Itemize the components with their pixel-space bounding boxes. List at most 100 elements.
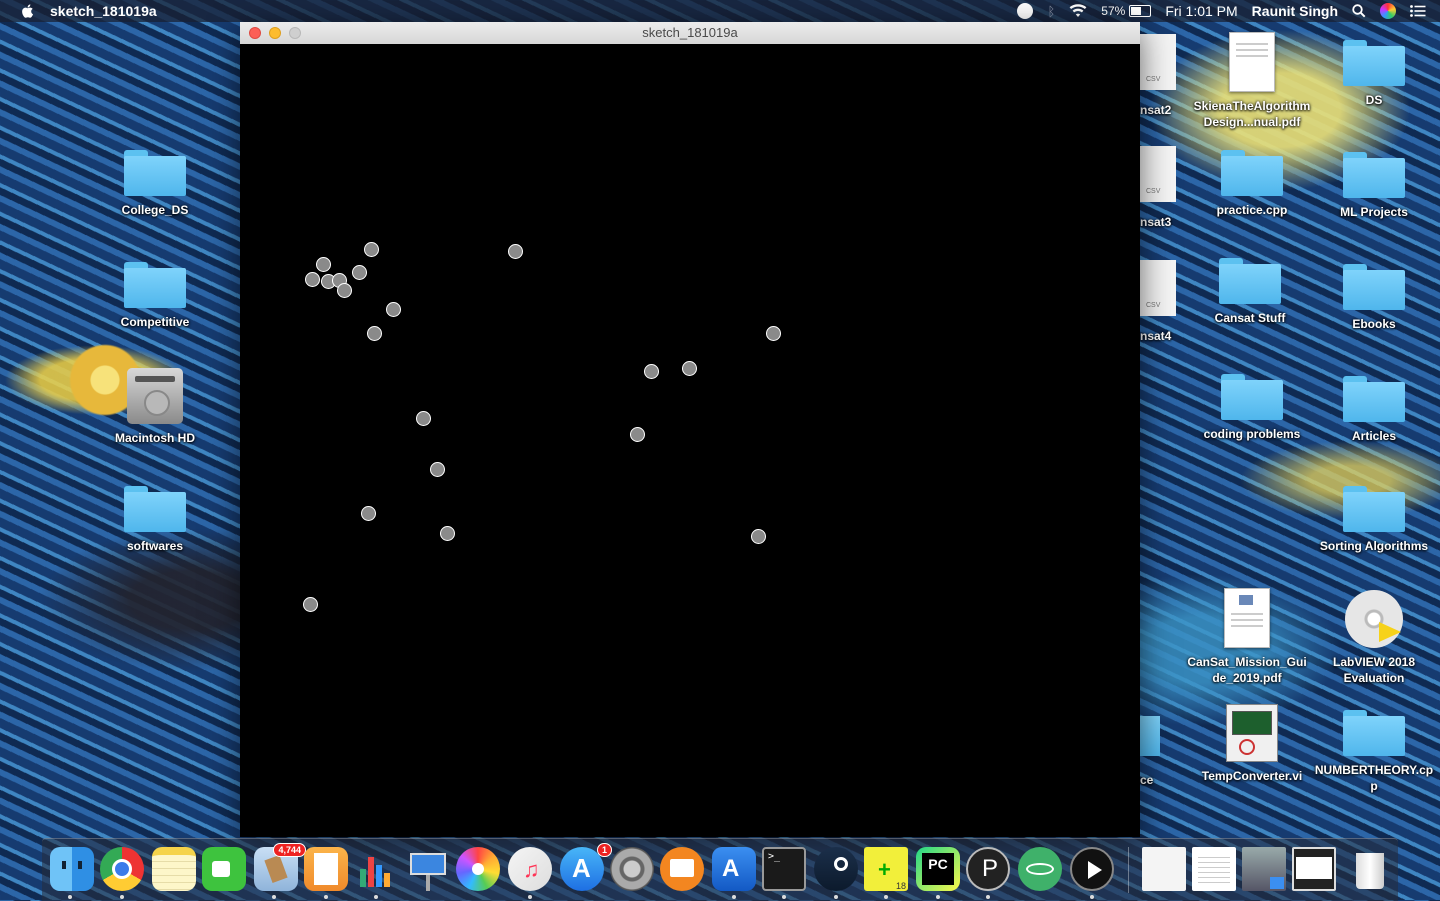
window-stack-icon [1296,857,1332,879]
desktop-icon-sorting-algorithms[interactable]: Sorting Algorithms [1314,486,1434,554]
dock-system-preferences[interactable] [610,847,654,891]
desktop-icon-label: Sorting Algorithms [1319,539,1429,553]
desktop-icon-label: nsat3 [1140,215,1172,229]
dock-trash[interactable] [1348,847,1392,891]
processing-icon: P [982,855,999,882]
spotlight-search-icon[interactable] [1352,4,1366,18]
particle-dot [367,326,382,341]
siri-icon[interactable] [1380,3,1396,19]
notification-center-icon[interactable] [1410,5,1426,17]
disc-image-icon [1345,590,1403,648]
dock-facetime[interactable] [202,847,246,891]
folder-icon [1343,40,1405,86]
particle-dot [364,242,379,257]
particle-dot [630,427,645,442]
pdf-file-icon [1224,588,1270,648]
desktop-icon-coding-problems[interactable]: coding problems [1192,374,1312,442]
dock-quicktime[interactable] [1070,847,1114,891]
dock-stack-3[interactable] [1242,847,1286,891]
close-button[interactable] [249,27,261,39]
folder-icon [1343,486,1405,532]
desktop-icon-ml-projects[interactable]: ML Projects [1314,152,1434,220]
particle-dot [361,506,376,521]
dock-xcode[interactable]: A [712,847,756,891]
user-name[interactable]: Raunit Singh [1252,3,1338,19]
desktop-icon-articles[interactable]: Articles [1314,376,1434,444]
desktop-icon-practice-cpp[interactable]: practice.cpp [1192,150,1312,218]
folder-stack-icon [1270,877,1284,889]
dock-stack-4[interactable] [1292,847,1336,891]
dock-terminal[interactable]: >_ [762,847,806,891]
status-circle-icon[interactable] [1017,3,1034,19]
apple-menu-icon[interactable] [20,3,36,19]
wifi-icon[interactable] [1069,4,1087,18]
dock-itunes[interactable]: ♫ [508,847,552,891]
desktop-icon-tempconverter-vi[interactable]: TempConverter.vi [1192,704,1312,784]
spreadsheet-icon [1198,853,1230,883]
dock-photos[interactable] [456,847,500,891]
battery-percent[interactable]: 57% [1101,4,1125,18]
dock-chrome[interactable] [100,847,144,891]
csv-file-icon: CSV [1140,34,1176,90]
terminal-icon: >_ [768,851,781,862]
dock-notes[interactable] [152,847,196,891]
desktop-icon-ebooks[interactable]: Ebooks [1314,264,1434,332]
folder-icon [1343,152,1405,198]
dock-app-store[interactable]: A 1 [560,843,612,891]
desktop-icon-partial-nsat3[interactable]: CSV nsat3 [1140,146,1180,230]
dock-numbers[interactable] [354,847,398,891]
desktop-icon-partial-ce[interactable]: ce [1140,716,1180,788]
desktop-icon-labview-2018[interactable]: LabVIEW 2018 Evaluation [1314,590,1434,686]
desktop-icon-skiena-pdf[interactable]: SkienaTheAlgorithmDesign...nual.pdf [1192,32,1312,130]
particle-dot [682,361,697,376]
zoom-button[interactable] [289,27,301,39]
dock-pycharm[interactable]: PC [916,847,960,891]
desktop-icon-partial-nsat4[interactable]: CSV nsat4 [1140,260,1180,344]
sketch-window[interactable]: sketch_181019a [240,22,1140,837]
desktop-icon-college-ds[interactable]: College_DS [95,150,215,218]
dock-atom[interactable] [1018,847,1062,891]
folder-icon [1219,258,1281,304]
dock-mail[interactable]: 4,744 [254,843,306,891]
battery-icon[interactable] [1129,5,1152,17]
csv-badge: CSV [1146,188,1161,195]
dock-separator [1128,847,1129,893]
desktop-icon-macintosh-hd[interactable]: Macintosh HD [95,368,215,446]
sketch-canvas[interactable] [240,44,1140,837]
csv-badge: CSV [1146,302,1161,309]
folder-icon [1140,716,1160,756]
particle-dot [337,283,352,298]
dock-downloads-stack[interactable] [1192,847,1236,891]
desktop-icon-softwares[interactable]: softwares [95,486,215,554]
folder-icon [124,150,186,196]
itunes-icon: ♫ [523,857,540,882]
dock-processing[interactable]: P [966,847,1010,891]
csv-badge: CSV [1146,76,1161,83]
desktop-icon-cansat-stuff[interactable]: Cansat Stuff [1190,258,1310,326]
dock-steam[interactable] [814,847,858,891]
dock-finder[interactable] [50,847,94,891]
window-title-bar[interactable]: sketch_181019a [240,22,1140,45]
dock-documents-stack[interactable] [1142,847,1186,891]
bluetooth-icon[interactable]: ᛒ [1047,4,1055,19]
app-store-icon: A [572,853,591,883]
clock[interactable]: Fri 1:01 PM [1165,3,1237,19]
desktop-icon-competitive[interactable]: Competitive [95,262,215,330]
dock-labview[interactable]: + 18 [864,847,908,891]
desktop-icon-numbertheory-cpp[interactable]: NUMBERTHEORY.cpp [1314,710,1434,794]
folder-icon [1221,374,1283,420]
dock-pages[interactable] [304,847,348,891]
minimize-button[interactable] [269,27,281,39]
app-name-menu[interactable]: sketch_181019a [50,3,157,19]
desktop-icon-cansat-guide-pdf[interactable]: CanSat_Mission_Guide_2019.pdf [1187,588,1307,686]
desktop-icon-label: Cansat Stuff [1214,311,1286,325]
desktop-icon-partial-nsat2[interactable]: CSV nsat2 [1140,34,1180,118]
xcode-icon: A [722,855,740,882]
mail-icon [264,854,288,884]
dock-keynote[interactable] [406,847,450,891]
dock: 4,744 ♫ A 1 A >_ + 18 PC P [42,838,1398,901]
pycharm-icon: PC [922,853,954,885]
particle-dot [386,302,401,317]
dock-ibooks[interactable] [660,847,704,891]
desktop-icon-ds[interactable]: DS [1314,40,1434,108]
